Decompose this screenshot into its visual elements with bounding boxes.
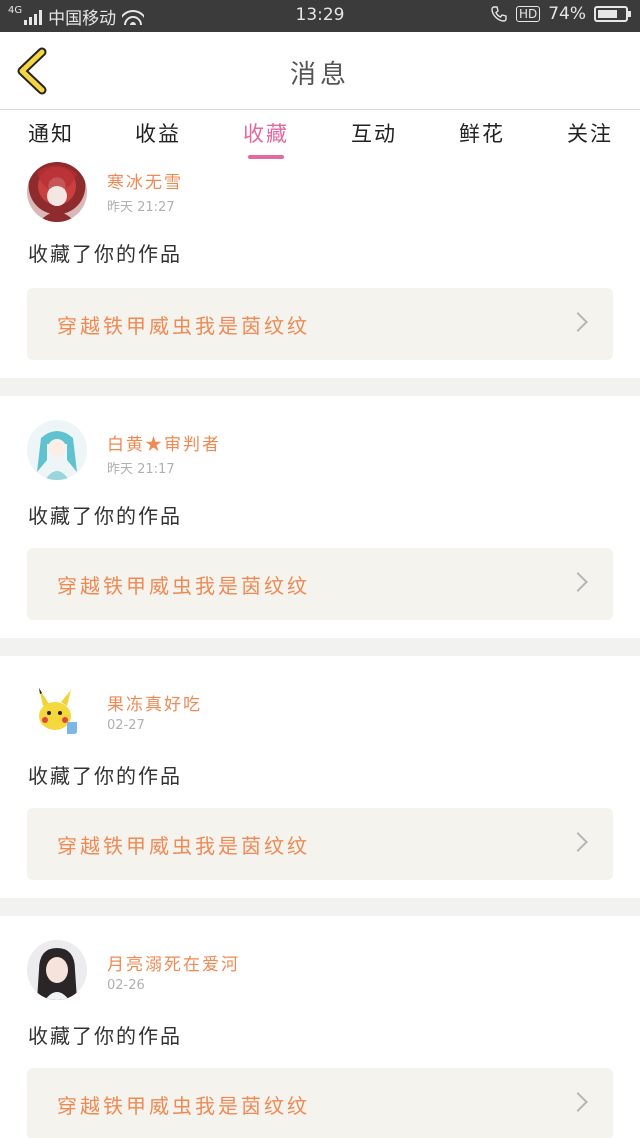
avatar-image [27, 420, 87, 480]
message-text: 收藏了你的作品 [28, 504, 182, 528]
tab-earnings[interactable]: 收益 [113, 118, 203, 148]
divider [0, 378, 640, 396]
work-link[interactable]: 穿越铁甲威虫我是茵纹纹 [27, 288, 613, 360]
tab-following[interactable]: 关注 [545, 118, 635, 148]
work-link[interactable]: 穿越铁甲威虫我是茵纹纹 [27, 1068, 613, 1138]
chevron-right-icon [568, 572, 588, 592]
header: 消息 [0, 32, 640, 110]
message-date: 02-26 [107, 978, 145, 993]
status-right: HD 74% [490, 4, 631, 24]
chevron-right-icon [568, 312, 588, 332]
phone-icon [491, 6, 507, 22]
user-name[interactable]: 白黄★审判者 [107, 430, 221, 455]
tab-favorites[interactable]: 收藏 [221, 118, 311, 148]
work-title: 穿越铁甲威虫我是茵纹纹 [57, 314, 310, 338]
list-item: 月亮溺死在爱河 02-26 收藏了你的作品 穿越铁甲威虫我是茵纹纹 [0, 916, 640, 1138]
chevron-right-icon [568, 832, 588, 852]
user-name[interactable]: 寒冰无雪 [107, 168, 183, 193]
battery-fill [598, 10, 617, 18]
red-anime-avatar[interactable] [27, 162, 87, 222]
chevron-right-icon [568, 1092, 588, 1112]
tab-flowers[interactable]: 鲜花 [437, 118, 527, 148]
tab-notice[interactable]: 通知 [6, 118, 96, 148]
list-item: 白黄★审判者 昨天 21:17 收藏了你的作品 穿越铁甲威虫我是茵纹纹 [0, 396, 640, 638]
divider [0, 638, 640, 656]
girl-photo-avatar[interactable] [27, 940, 87, 1000]
message-feed: 寒冰无雪 昨天 21:27 收藏了你的作品 穿越铁甲威虫我是茵纹纹 白黄★审判者… [0, 162, 640, 1138]
work-title: 穿越铁甲威虫我是茵纹纹 [57, 834, 310, 858]
battery-icon [594, 6, 631, 22]
status-bar: 4G 中国移动 13:29 HD 74% [0, 0, 640, 32]
user-name[interactable]: 果冻真好吃 [107, 690, 202, 715]
message-text: 收藏了你的作品 [28, 764, 182, 788]
pikachu-avatar[interactable] [27, 680, 87, 740]
work-title: 穿越铁甲威虫我是茵纹纹 [57, 1094, 310, 1118]
avatar-image [37, 165, 77, 222]
miku-avatar[interactable] [27, 420, 87, 480]
list-item: 果冻真好吃 02-27 收藏了你的作品 穿越铁甲威虫我是茵纹纹 [0, 656, 640, 898]
message-text: 收藏了你的作品 [28, 242, 182, 266]
divider [0, 898, 640, 916]
tab-bar: 通知 收益 收藏 互动 鲜花 关注 [0, 110, 640, 162]
user-name[interactable]: 月亮溺死在爱河 [107, 950, 240, 975]
avatar-image [27, 940, 87, 1000]
message-date: 02-27 [107, 718, 145, 733]
work-link[interactable]: 穿越铁甲威虫我是茵纹纹 [27, 808, 613, 880]
message-text: 收藏了你的作品 [28, 1024, 182, 1048]
work-title: 穿越铁甲威虫我是茵纹纹 [57, 574, 310, 598]
battery-percent: 74% [548, 4, 586, 24]
tab-interactions[interactable]: 互动 [329, 118, 419, 148]
tab-active-indicator [248, 155, 284, 159]
list-item: 寒冰无雪 昨天 21:27 收藏了你的作品 穿越铁甲威虫我是茵纹纹 [0, 162, 640, 378]
avatar-image [27, 680, 87, 740]
work-link[interactable]: 穿越铁甲威虫我是茵纹纹 [27, 548, 613, 620]
message-date: 昨天 21:27 [107, 200, 175, 215]
message-date: 昨天 21:17 [107, 462, 175, 477]
hd-badge: HD [515, 6, 541, 22]
page-title: 消息 [289, 60, 350, 90]
